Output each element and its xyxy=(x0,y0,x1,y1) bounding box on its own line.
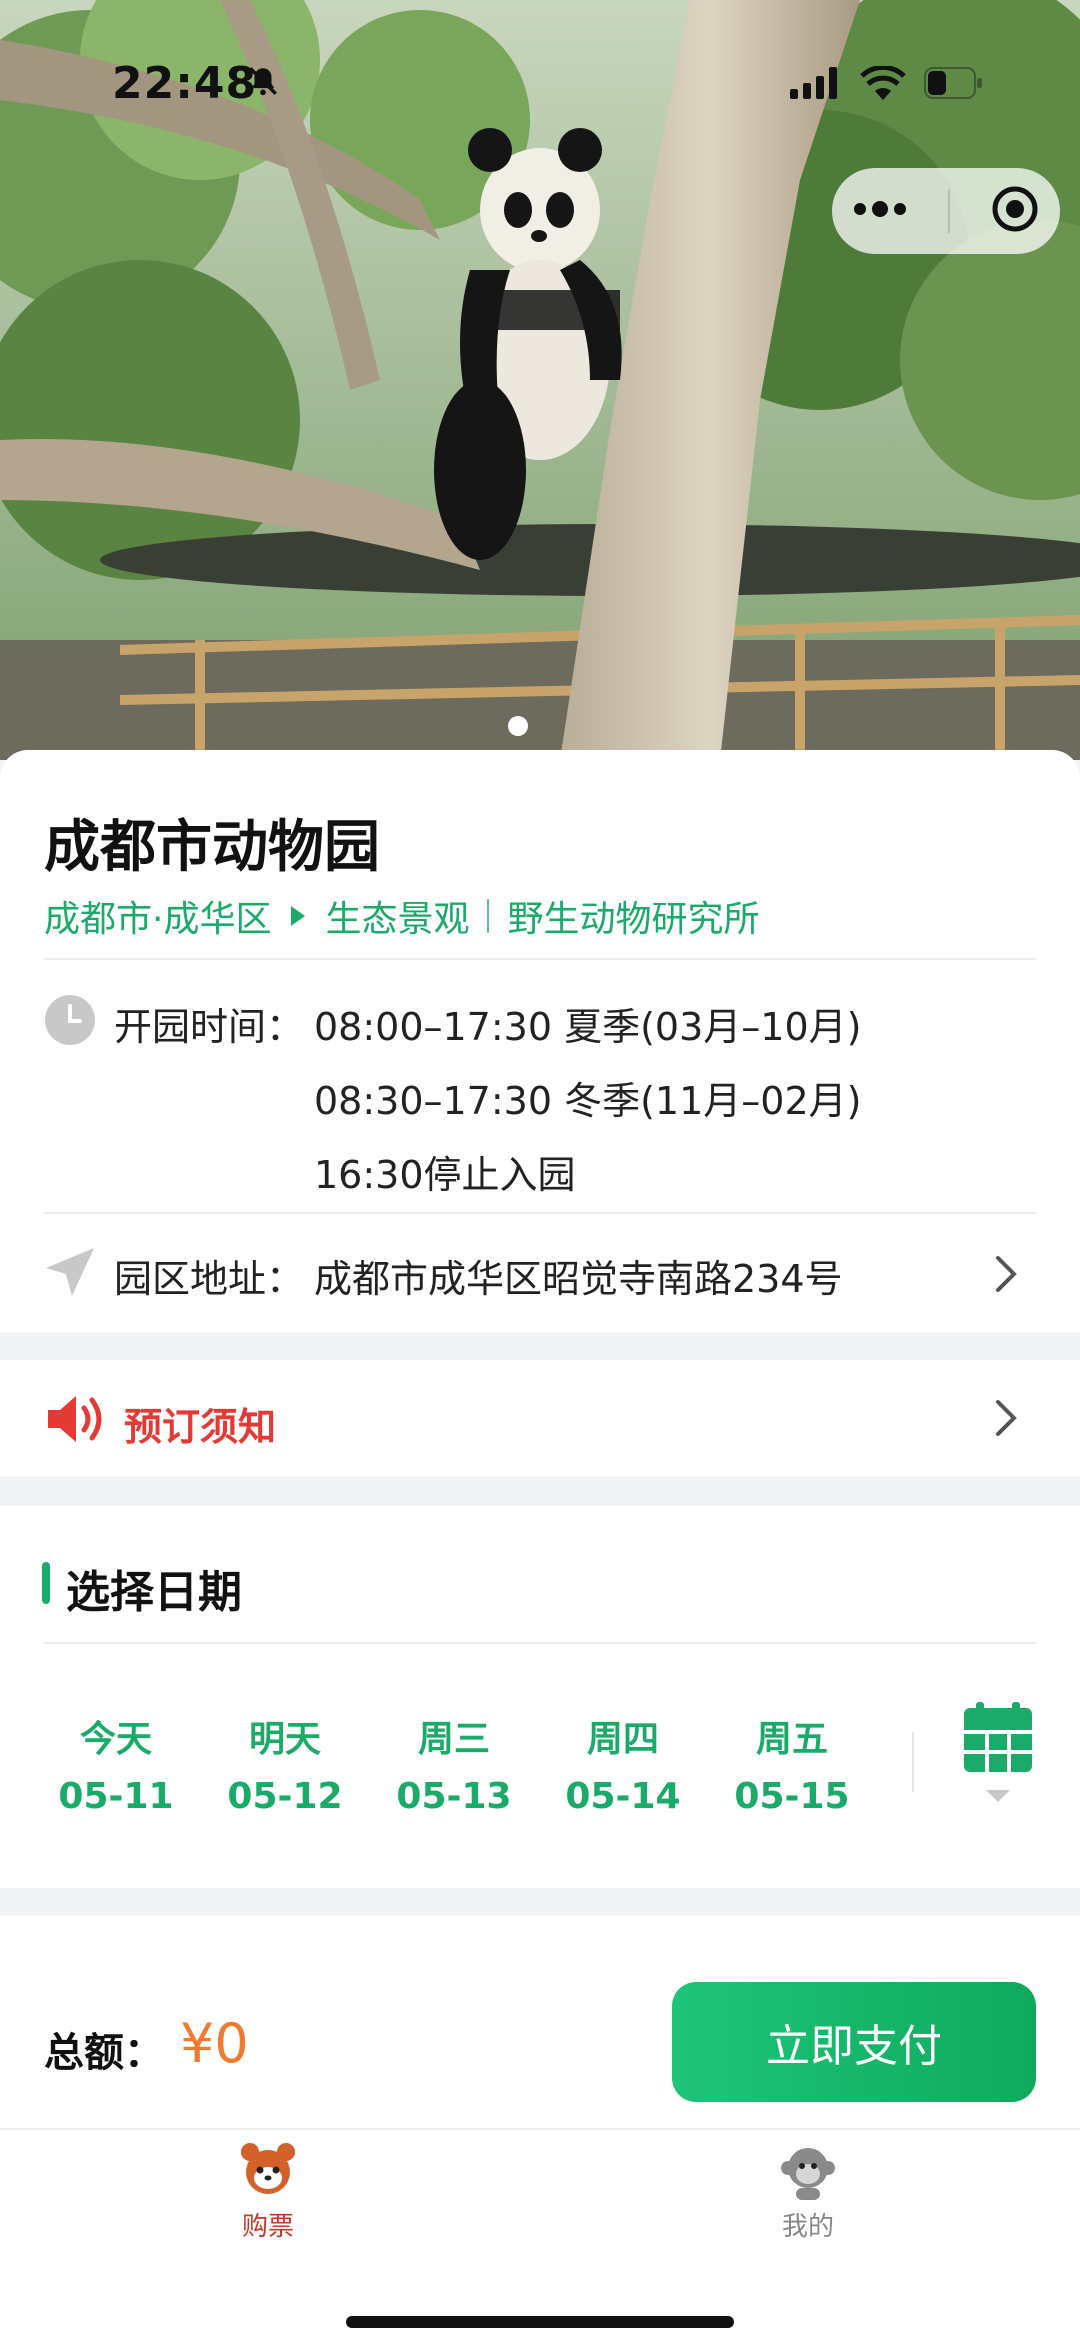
venue-title: 成都市动物园 xyxy=(44,815,380,880)
tag-separator xyxy=(487,899,490,933)
section-title: 选择日期 xyxy=(66,1567,242,1618)
system-icons xyxy=(790,64,984,104)
address-value: 成都市成华区昭觉寺南路234号 xyxy=(314,1257,843,1301)
capsule-divider xyxy=(948,189,950,233)
tab-label: 购票 xyxy=(241,2212,294,2242)
payment-bar: 总额： ¥0 立即支付 xyxy=(0,1916,1080,2128)
tab-mine[interactable]: 我的 xyxy=(708,2140,908,2243)
signal-icon xyxy=(790,67,842,103)
venue-info-card: 成都市动物园 成都市·成华区 生态景观 野生动物研究所 开园时间： 08:00–… xyxy=(0,750,1080,1332)
date-value: 05-13 xyxy=(396,1776,512,1817)
bell-muted-icon xyxy=(246,64,280,102)
close-target-icon[interactable] xyxy=(990,184,1040,238)
home-indicator xyxy=(346,2316,734,2328)
date-divider xyxy=(912,1732,914,1792)
venue-location: 成都市·成华区 xyxy=(44,899,272,940)
date-day: 明天 xyxy=(248,1719,321,1760)
speaker-icon xyxy=(44,1392,108,1450)
booking-notice-row[interactable]: 预订须知 xyxy=(0,1360,1080,1476)
status-time: 22:48 xyxy=(112,58,258,109)
clock-icon xyxy=(44,994,96,1050)
section-accent-bar xyxy=(42,1562,50,1604)
more-icon[interactable] xyxy=(852,199,908,223)
date-value: 05-12 xyxy=(227,1776,343,1817)
hours-line: 16:30停止入园 xyxy=(314,1153,576,1197)
date-day: 周四 xyxy=(586,1719,659,1760)
venue-tag: 野生动物研究所 xyxy=(507,899,760,940)
divider xyxy=(44,958,1036,960)
chevron-right-icon xyxy=(994,1398,1020,1442)
hours-line: 08:30–17:30 冬季(11月–02月) xyxy=(314,1079,862,1123)
red-panda-icon xyxy=(238,2143,298,2204)
play-arrow-icon xyxy=(291,906,306,926)
date-value: 05-11 xyxy=(58,1776,174,1817)
date-day: 周五 xyxy=(755,1719,828,1760)
tab-buy-tickets[interactable]: 购票 xyxy=(168,2140,368,2243)
date-option[interactable]: 今天 05-11 xyxy=(41,1710,191,1817)
mini-program-capsule xyxy=(832,168,1060,254)
divider xyxy=(44,1642,1036,1644)
pay-now-button[interactable]: 立即支付 xyxy=(672,1982,1036,2102)
location-arrow-icon xyxy=(44,1246,96,1302)
carousel-indicator xyxy=(508,716,528,736)
address-row[interactable]: 园区地址： 成都市成华区昭觉寺南路234号 xyxy=(0,1214,1080,1332)
date-day: 周三 xyxy=(417,1719,490,1760)
date-selection-card: 选择日期 今天 05-11 明天 05-12 周三 05-13 周四 05-14… xyxy=(0,1506,1080,1888)
date-value: 05-15 xyxy=(734,1776,850,1817)
booking-notice-label: 预订须知 xyxy=(124,1405,277,1449)
monkey-icon xyxy=(778,2148,838,2204)
calendar-icon[interactable] xyxy=(962,1702,1034,1810)
wifi-icon xyxy=(860,64,906,104)
address-label: 园区地址： xyxy=(114,1257,305,1301)
date-value: 05-14 xyxy=(565,1776,681,1817)
venue-tags: 成都市·成华区 生态景观 野生动物研究所 xyxy=(44,890,759,942)
chevron-right-icon xyxy=(994,1254,1020,1298)
hours-label: 开园时间： xyxy=(114,1005,305,1049)
tab-label: 我的 xyxy=(781,2212,834,2242)
date-option[interactable]: 周四 05-14 xyxy=(548,1710,698,1817)
status-bar: 22:48 xyxy=(0,0,1080,170)
venue-tag: 生态景观 xyxy=(325,899,470,940)
hours-line: 08:00–17:30 夏季(03月–10月) xyxy=(314,1005,862,1049)
date-option[interactable]: 明天 05-12 xyxy=(210,1710,360,1817)
date-option[interactable]: 周五 05-15 xyxy=(717,1710,867,1817)
date-option[interactable]: 周三 05-13 xyxy=(379,1710,529,1817)
total-label: 总额： xyxy=(44,2030,164,2076)
date-day: 今天 xyxy=(79,1719,152,1760)
total-amount: ¥0 xyxy=(180,2012,249,2075)
battery-icon xyxy=(924,67,984,103)
